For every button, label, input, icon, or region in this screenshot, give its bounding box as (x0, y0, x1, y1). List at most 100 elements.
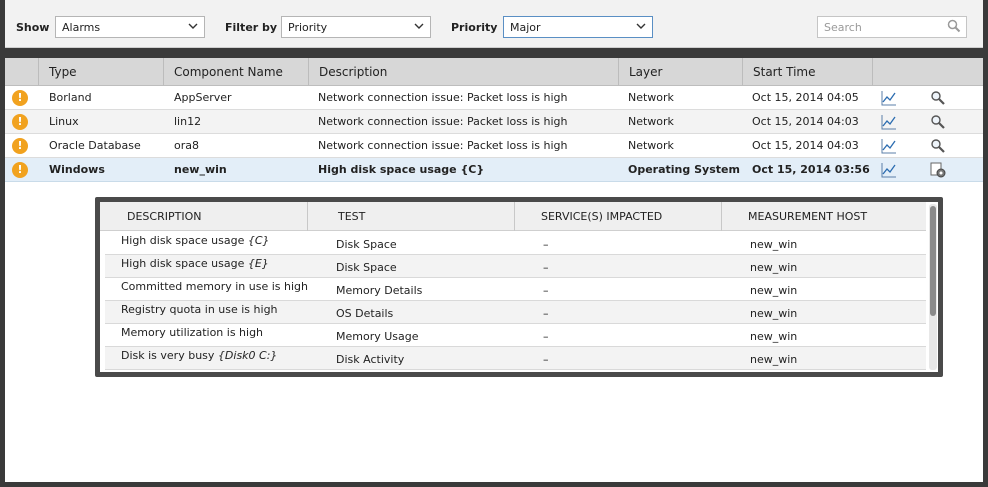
detail-description: Memory utilization is high (121, 326, 264, 339)
alarm-icon: ! (12, 90, 28, 106)
show-select[interactable]: Alarms (55, 16, 205, 38)
filterby-select-value: Priority (288, 21, 328, 34)
detail-host: new_win (750, 330, 798, 343)
graph-icon[interactable] (881, 90, 897, 106)
detail-host: new_win (750, 238, 798, 251)
search-icon[interactable] (947, 19, 961, 33)
search-placeholder: Search (824, 21, 862, 34)
list-item: Registry quota in use is high OS Details… (105, 301, 926, 324)
detail-description: High disk space usage {E} (121, 257, 269, 270)
detail-description: Disk is very busy {Disk0 C:} (121, 349, 278, 362)
header-layer[interactable]: Layer (618, 58, 742, 86)
alarm-icon: ! (12, 114, 28, 130)
row-component: new_win (174, 163, 227, 176)
header-description[interactable]: Description (308, 58, 618, 86)
graph-icon[interactable] (881, 138, 897, 154)
table-row[interactable]: ! Borland AppServer Network connection i… (5, 86, 983, 110)
row-layer: Network (628, 115, 674, 128)
header-component[interactable]: Component Name (163, 58, 308, 86)
details-header-test: TEST (307, 202, 514, 231)
priority-select-value: Major (510, 21, 541, 34)
header-type[interactable]: Type (38, 58, 163, 86)
app-window: Show Alarms Filter by Priority Priority … (5, 0, 983, 482)
alarm-icon: ! (12, 162, 28, 178)
detail-test: Memory Usage (336, 330, 419, 343)
chevron-down-icon (188, 23, 198, 29)
detail-description: Registry quota in use is high (121, 303, 278, 316)
header-start-time[interactable]: Start Time (742, 58, 872, 86)
divider (5, 48, 983, 58)
detail-host: new_win (750, 261, 798, 274)
details-scrollbar[interactable] (929, 204, 937, 370)
row-description: Network connection issue: Packet loss is… (318, 115, 568, 128)
scrollbar-thumb[interactable] (930, 206, 936, 316)
priority-label: Priority (451, 21, 498, 34)
search-input[interactable]: Search (817, 16, 967, 38)
detail-test: OS Details (336, 307, 394, 320)
row-start-time: Oct 15, 2014 04:03 (752, 139, 859, 152)
detail-test: Disk Space (336, 261, 397, 274)
row-layer: Operating System (628, 163, 740, 176)
alarm-table: Type Component Name Description Layer St… (5, 58, 983, 182)
detail-host: new_win (750, 353, 798, 366)
list-item: Memory utilization is high Memory Usage … (105, 324, 926, 347)
row-description: Network connection issue: Packet loss is… (318, 139, 568, 152)
alarm-details-panel: DESCRIPTION TEST SERVICE(S) IMPACTED MEA… (95, 197, 943, 377)
detail-description: Committed memory in use is high (121, 280, 308, 293)
row-description: High disk space usage {C} (318, 163, 485, 176)
row-type: Oracle Database (49, 139, 141, 152)
row-layer: Network (628, 139, 674, 152)
magnifier-icon[interactable] (930, 138, 946, 154)
detail-service: – (543, 261, 549, 274)
detail-service: – (543, 238, 549, 251)
header-actions (872, 58, 983, 86)
detail-service: – (543, 284, 549, 297)
row-layer: Network (628, 91, 674, 104)
detail-test: Disk Activity (336, 353, 405, 366)
table-row[interactable]: ! Linux lin12 Network connection issue: … (5, 110, 983, 134)
detail-test: Memory Details (336, 284, 423, 297)
filterby-select[interactable]: Priority (281, 16, 431, 38)
filterby-label: Filter by (225, 21, 278, 34)
magnifier-icon[interactable] (930, 114, 946, 130)
detail-host: new_win (750, 307, 798, 320)
table-row-selected[interactable]: ! Windows new_win High disk space usage … (5, 158, 983, 182)
row-component: AppServer (174, 91, 232, 104)
filter-bar: Show Alarms Filter by Priority Priority … (5, 0, 983, 48)
detail-host: new_win (750, 284, 798, 297)
detail-service: – (543, 330, 549, 343)
list-item: Committed memory in use is high Memory D… (105, 278, 926, 301)
detail-test: Disk Space (336, 238, 397, 251)
details-header-services: SERVICE(S) IMPACTED (514, 202, 721, 231)
magnifier-icon[interactable] (930, 90, 946, 106)
details-header-host: MEASUREMENT HOST (721, 202, 926, 231)
graph-icon[interactable] (881, 162, 897, 178)
detail-description: High disk space usage {C} (121, 234, 270, 247)
detail-service: – (543, 353, 549, 366)
show-label: Show (16, 21, 50, 34)
chevron-down-icon (414, 23, 424, 29)
details-header: DESCRIPTION TEST SERVICE(S) IMPACTED MEA… (100, 202, 926, 231)
row-type: Borland (49, 91, 92, 104)
row-type: Windows (49, 163, 105, 176)
row-component: ora8 (174, 139, 199, 152)
row-component: lin12 (174, 115, 202, 128)
row-type: Linux (49, 115, 79, 128)
show-select-value: Alarms (62, 21, 101, 34)
details-header-description: DESCRIPTION (127, 210, 202, 223)
graph-icon[interactable] (881, 114, 897, 130)
list-item: High disk space usage {E} Disk Space – n… (105, 255, 926, 278)
row-description: Network connection issue: Packet loss is… (318, 91, 568, 104)
alarm-table-header: Type Component Name Description Layer St… (5, 58, 983, 86)
row-start-time: Oct 15, 2014 04:05 (752, 91, 859, 104)
table-row[interactable]: ! Oracle Database ora8 Network connectio… (5, 134, 983, 158)
header-status (5, 58, 38, 86)
list-item: Disk is very busy {Disk0 C:} Disk Activi… (105, 347, 926, 370)
priority-select[interactable]: Major (503, 16, 653, 38)
chevron-down-icon (636, 23, 646, 29)
gear-icon[interactable] (930, 162, 947, 179)
list-item: High disk space usage {C} Disk Space – n… (105, 232, 926, 255)
row-start-time: Oct 15, 2014 03:56 (752, 163, 870, 176)
row-start-time: Oct 15, 2014 04:03 (752, 115, 859, 128)
detail-service: – (543, 307, 549, 320)
